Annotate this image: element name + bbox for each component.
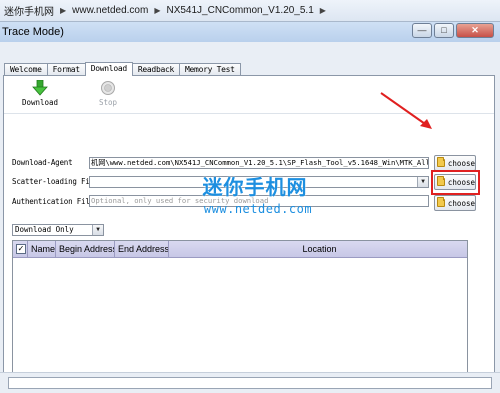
breadcrumb-item[interactable]: www.netded.com xyxy=(72,5,148,16)
tab-download[interactable]: Download xyxy=(84,62,133,76)
tab-strip: Welcome Format Download Readback Memory … xyxy=(4,62,241,76)
column-header-end-address[interactable]: End Address xyxy=(115,241,169,258)
annotation-arrow-icon xyxy=(380,92,432,129)
status-bar xyxy=(0,372,500,393)
auth-file-label: Authentication File xyxy=(12,197,94,206)
chevron-right-icon: ▶ xyxy=(60,6,67,15)
select-all-column: ✓ xyxy=(13,241,28,258)
stop-icon xyxy=(101,81,115,95)
download-agent-field[interactable]: 机网\www.netded.com\NX541J_CNCommon_V1.20_… xyxy=(89,157,429,169)
chevron-right-icon: ▶ xyxy=(154,6,161,15)
chevron-down-icon[interactable]: ▼ xyxy=(92,225,103,235)
stop-button[interactable]: Stop xyxy=(88,80,128,107)
download-mode-select[interactable]: Download Only ▼ xyxy=(12,224,104,236)
partition-table: ✓ Name Begin Address End Address Locatio… xyxy=(12,240,468,390)
folder-icon xyxy=(437,197,445,207)
column-header-name[interactable]: Name xyxy=(28,241,56,258)
window-title: Trace Mode) xyxy=(2,26,64,38)
highlight-box xyxy=(431,170,480,195)
table-header: ✓ Name Begin Address End Address Locatio… xyxy=(13,241,467,258)
chevron-right-icon: ▶ xyxy=(319,6,326,15)
download-agent-choose-button[interactable]: choose xyxy=(434,155,476,171)
breadcrumb-item[interactable]: 迷你手机网 xyxy=(4,3,54,18)
download-button-label: Download xyxy=(21,98,59,107)
download-mode-value: Download Only xyxy=(15,225,74,234)
column-header-location[interactable]: Location xyxy=(169,241,467,258)
scatter-file-label: Scatter-loading File xyxy=(12,177,99,186)
breadcrumb-item[interactable]: NX541J_CNCommon_V1.20_5.1 xyxy=(166,5,313,16)
watermark-url: www.netded.com xyxy=(203,202,313,216)
choose-label: choose xyxy=(447,198,475,208)
minimize-button[interactable]: — xyxy=(412,23,432,38)
column-header-begin-address[interactable]: Begin Address xyxy=(56,241,115,258)
download-agent-label: Download-Agent xyxy=(12,158,73,167)
choose-label: choose xyxy=(447,158,475,168)
window-titlebar: Trace Mode) — □ ✕ xyxy=(0,22,500,42)
progress-bar xyxy=(8,377,492,389)
stop-button-label: Stop xyxy=(98,98,118,107)
close-button[interactable]: ✕ xyxy=(456,23,494,38)
chevron-down-icon[interactable]: ▼ xyxy=(417,177,428,187)
folder-icon xyxy=(437,157,445,167)
download-arrow-icon xyxy=(32,80,48,96)
watermark-title: 迷你手机网 xyxy=(202,175,308,199)
maximize-button[interactable]: □ xyxy=(434,23,454,38)
auth-file-choose-button[interactable]: choose xyxy=(434,195,476,211)
download-button[interactable]: Download xyxy=(20,80,60,107)
breadcrumb: 迷你手机网 ▶ www.netded.com ▶ NX541J_CNCommon… xyxy=(0,0,500,22)
window-controls: — □ ✕ xyxy=(412,23,494,38)
select-all-checkbox[interactable]: ✓ xyxy=(16,244,26,254)
